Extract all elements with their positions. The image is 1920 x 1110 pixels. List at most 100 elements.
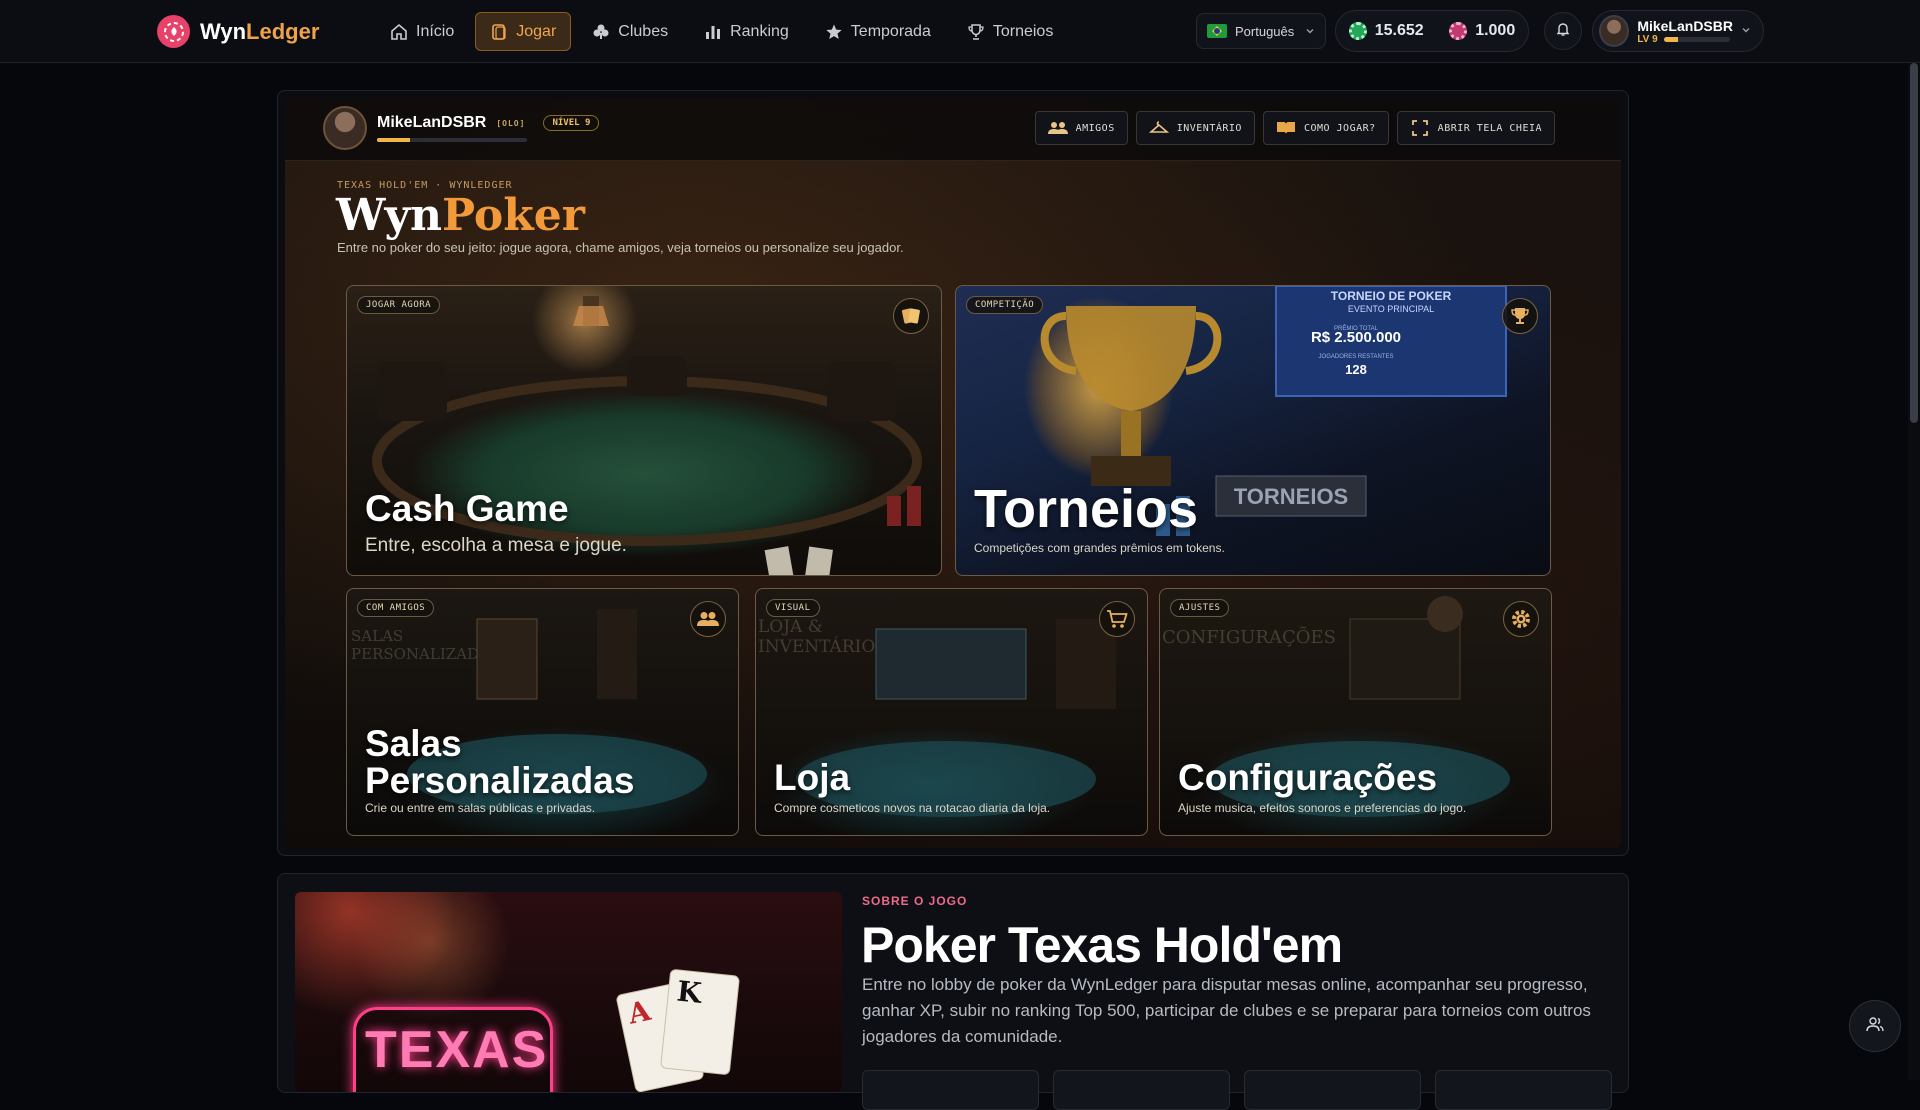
playing-cards-icon	[893, 298, 929, 334]
feature-chip	[1053, 1070, 1230, 1110]
language-select[interactable]: Português	[1196, 13, 1326, 49]
pink-chip-icon	[1449, 22, 1468, 40]
fullscreen-button[interactable]: ABRIR TELA CHEIA	[1396, 111, 1555, 145]
fullscreen-label: ABRIR TELA CHEIA	[1437, 122, 1542, 134]
trophy-icon	[967, 23, 985, 41]
fullscreen-icon	[1410, 120, 1430, 136]
shop-scene	[796, 619, 1116, 817]
trophy-icon	[1502, 298, 1538, 334]
language-label: Português	[1235, 23, 1295, 39]
nav-jogar[interactable]: Jogar	[475, 12, 572, 51]
about-title: Poker Texas Hold'em	[861, 917, 1343, 973]
chips-balance: 15.652	[1348, 22, 1424, 40]
svg-text:JOGADORES RESTANTES: JOGADORES RESTANTES	[1319, 354, 1394, 360]
how-to-play-button[interactable]: COMO JOGAR?	[1262, 111, 1389, 145]
online-players-button[interactable]	[1849, 1000, 1901, 1052]
nav-temporada[interactable]: Temporada	[810, 12, 946, 51]
cash-game-card[interactable]: JOGAR AGORA Cash Game Entre, escolha a m…	[346, 285, 942, 576]
inventory-button[interactable]: INVENTÁRIO	[1135, 111, 1255, 145]
nav-label: Torneios	[992, 22, 1054, 40]
star-icon	[825, 23, 843, 41]
gems-value: 1.000	[1475, 22, 1516, 39]
texas-holdem-image: TEXAS A K	[295, 892, 842, 1092]
about-kicker: SOBRE O JOGO	[862, 894, 968, 908]
about-section: TEXAS A K SOBRE O JOGO Poker Texas Hold'…	[277, 873, 1629, 1110]
settings-description: Ajuste musica, efeitos sonoros e prefere…	[1178, 801, 1467, 815]
lobby-title: WynPoker	[336, 190, 585, 241]
shop-title: Loja	[774, 757, 851, 798]
settings-scene	[1210, 596, 1510, 817]
nav-ranking[interactable]: Ranking	[689, 12, 804, 51]
tournaments-badge: COMPETIÇÃO	[966, 296, 1044, 314]
gems-balance: 1.000	[1449, 22, 1515, 40]
avatar	[1599, 15, 1630, 47]
poker-chip-logo-icon	[157, 15, 190, 48]
nav-torneios[interactable]: Torneios	[952, 12, 1068, 51]
king-card: K	[659, 968, 741, 1076]
brazil-flag-icon	[1207, 24, 1227, 38]
bar-chart-icon	[704, 23, 722, 41]
users-icon	[1866, 1016, 1884, 1037]
notifications-button[interactable]	[1544, 12, 1582, 50]
tournaments-description: Competições com grandes prêmios em token…	[974, 541, 1225, 555]
scrollbar-thumb[interactable]	[1910, 63, 1918, 423]
nav-inicio[interactable]: Início	[375, 12, 469, 51]
brand-logo-link[interactable]: WynLedger	[157, 15, 319, 48]
friends-icon	[690, 601, 726, 637]
svg-text:EVENTO PRINCIPAL: EVENTO PRINCIPAL	[1348, 304, 1434, 314]
settings-card[interactable]: CONFIGURAÇÕES AJUSTES Configurações Ajus…	[1159, 588, 1552, 836]
hanger-icon	[1148, 120, 1169, 136]
tournaments-title: Torneios	[974, 479, 1199, 539]
cart-icon	[1099, 601, 1135, 637]
inventory-label: INVENTÁRIO	[1176, 122, 1242, 134]
home-icon	[390, 23, 408, 41]
feature-chip	[1244, 1070, 1421, 1110]
nav-label: Jogar	[516, 22, 557, 40]
cards-icon	[490, 23, 508, 41]
nav-label: Clubes	[618, 22, 669, 40]
page-scrollbar[interactable]	[1908, 63, 1920, 1080]
main-nav: Início Jogar Clubes Ranking Temporada To…	[375, 12, 1068, 51]
player-profile[interactable]: MikeLanDSBR [OLO] NÍVEL 9	[323, 106, 600, 150]
club-icon	[592, 23, 610, 41]
neon-sign-text: TEXAS	[365, 1021, 549, 1079]
shop-badge: VISUAL	[766, 599, 820, 617]
svg-text:TORNEIOS: TORNEIOS	[1234, 484, 1349, 509]
feature-chip	[862, 1070, 1039, 1110]
lobby-actions: AMIGOS INVENTÁRIO COMO JOGAR? ABRIR TELA…	[1034, 111, 1555, 145]
cash-game-scene	[372, 296, 922, 575]
shop-card[interactable]: LOJA & INVENTÁRIO VISUAL Loja Compre cos…	[755, 588, 1148, 836]
feature-chip	[1435, 1070, 1612, 1110]
nav-label: Ranking	[730, 22, 789, 40]
chevron-down-icon	[1741, 22, 1751, 40]
lobby-subtitle: Entre no poker do seu jeito: jogue agora…	[337, 240, 904, 255]
custom-rooms-description: Crie ou entre em salas públicas e privad…	[365, 801, 596, 815]
cash-game-title: Cash Game	[365, 488, 569, 529]
about-description: Entre no lobby de poker da WynLedger par…	[862, 975, 1591, 1046]
user-menu[interactable]: MikeLanDSBR LV 9	[1592, 10, 1764, 52]
svg-text:TORNEIO DE POKER: TORNEIO DE POKER	[1331, 289, 1452, 303]
chips-value: 15.652	[1374, 22, 1424, 39]
friends-button[interactable]: AMIGOS	[1034, 111, 1128, 145]
friends-icon	[1047, 120, 1068, 136]
player-level-badge: NÍVEL 9	[543, 115, 600, 131]
nav-label: Início	[416, 22, 455, 40]
about-feature-chips	[862, 1070, 1612, 1110]
svg-text:R$ 2.500.000: R$ 2.500.000	[1311, 329, 1401, 346]
nav-clubes[interactable]: Clubes	[577, 12, 683, 51]
player-xp-bar	[377, 138, 527, 142]
green-chip-icon	[1348, 22, 1367, 40]
player-tag: [OLO]	[496, 118, 526, 128]
custom-rooms-title: Salas Personalizadas	[365, 723, 635, 801]
custom-rooms-card[interactable]: SALAS PERSONALIZADAS COM AMIGOS Salas Per…	[346, 588, 739, 836]
wallet-balance[interactable]: 15.652 1.000	[1335, 10, 1529, 52]
friends-label: AMIGOS	[1075, 122, 1115, 134]
custom-rooms-badge: COM AMIGOS	[357, 599, 435, 617]
svg-text:128: 128	[1345, 362, 1367, 377]
top-navbar: WynLedger Início Jogar Clubes Ranking Te…	[0, 0, 1920, 63]
tournaments-card[interactable]: TORNEIO DE POKER EVENTO PRINCIPAL PRÊMIO…	[955, 285, 1551, 576]
cash-game-description: Entre, escolha a mesa e jogue.	[365, 535, 627, 556]
nav-label: Temporada	[850, 22, 931, 40]
chevron-down-icon	[1305, 24, 1315, 39]
user-name: MikeLanDSBR	[1637, 17, 1733, 34]
